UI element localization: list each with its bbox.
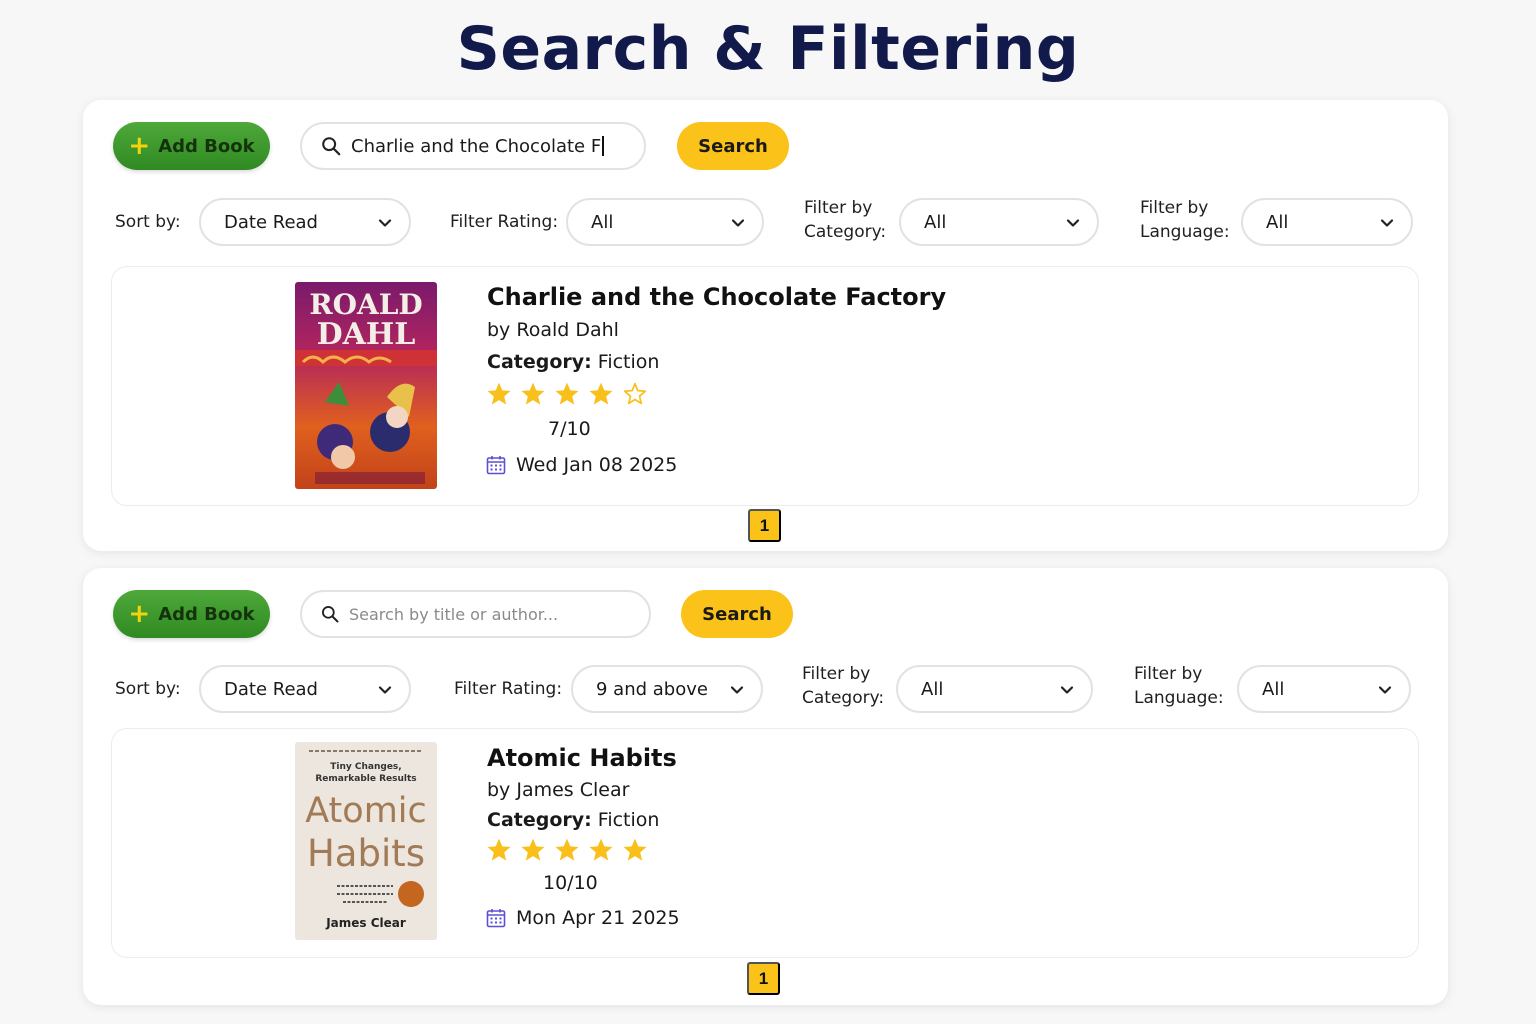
rating-select-value: All [591, 211, 614, 233]
book-category: Category: Fiction [487, 809, 660, 831]
language-label: Filter by Language: [1134, 664, 1224, 708]
chevron-down-icon [729, 682, 745, 698]
search-button[interactable]: Search [681, 590, 793, 638]
language-select-value: All [1266, 211, 1289, 233]
star-empty-icon [622, 381, 648, 407]
search-input-placeholder: Search by title or author... [349, 604, 559, 624]
book-author: by Roald Dahl [487, 319, 619, 341]
book-category: Category: Fiction [487, 351, 660, 373]
book-author: by James Clear [487, 779, 630, 801]
sort-label: Sort by: [115, 212, 181, 232]
chevron-down-icon [377, 682, 393, 698]
star-filled-icon [554, 837, 580, 863]
cover-title-line-2: DAHL [317, 317, 416, 352]
book-title: Atomic Habits [487, 744, 677, 772]
calendar-icon [486, 908, 506, 928]
language-select[interactable]: All [1237, 665, 1411, 713]
category-select-value: All [924, 211, 947, 233]
sort-select-value: Date Read [224, 211, 318, 233]
plus-icon: + [128, 599, 151, 629]
plus-icon: + [128, 131, 151, 161]
search-panel-2: + Add Book Search by title or author... … [83, 568, 1448, 1005]
search-input-value: Charlie and the Chocolate F [351, 135, 602, 157]
search-icon [320, 604, 340, 624]
category-label: Filter by Category: [802, 664, 885, 708]
date-read: Wed Jan 08 2025 [486, 454, 677, 476]
language-select-value: All [1262, 678, 1285, 700]
sort-label: Sort by: [115, 679, 181, 699]
language-label: Filter by Language: [1140, 198, 1230, 242]
chevron-down-icon [1059, 682, 1075, 698]
book-card[interactable]: Tiny Changes, Remarkable Results Atomic … [111, 728, 1419, 958]
book-card[interactable]: ROALD DAHL Charlie and the Chocolate Fac… [111, 266, 1419, 506]
date-read-value: Mon Apr 21 2025 [516, 907, 680, 929]
chevron-down-icon [1377, 682, 1393, 698]
sort-select[interactable]: Date Read [199, 198, 411, 246]
star-filled-icon [486, 837, 512, 863]
add-book-label: Add Book [158, 135, 255, 157]
search-input[interactable]: Search by title or author... [300, 590, 651, 638]
search-input[interactable]: Charlie and the Chocolate F [300, 122, 646, 170]
rating-select[interactable]: 9 and above [571, 665, 763, 713]
search-icon [320, 135, 342, 157]
rating-label: Filter Rating: [454, 679, 563, 699]
star-filled-icon [520, 381, 546, 407]
page-title: Search & Filtering [456, 14, 1080, 84]
cover-tagline-1: Tiny Changes, [330, 762, 401, 772]
search-button[interactable]: Search [677, 122, 789, 170]
book-cover-atomic-habits: Tiny Changes, Remarkable Results Atomic … [295, 742, 437, 940]
add-book-button[interactable]: + Add Book [113, 122, 270, 170]
rating-select[interactable]: All [566, 198, 764, 246]
chevron-down-icon [730, 215, 746, 231]
date-read: Mon Apr 21 2025 [486, 907, 680, 929]
chevron-down-icon [1379, 215, 1395, 231]
page-button-1[interactable]: 1 [747, 962, 780, 995]
calendar-icon [486, 455, 506, 475]
rating-select-value: 9 and above [596, 678, 708, 700]
star-filled-icon [588, 381, 614, 407]
category-select[interactable]: All [896, 665, 1093, 713]
star-filled-icon [622, 837, 648, 863]
category-label: Filter by Category: [804, 198, 887, 242]
book-title: Charlie and the Chocolate Factory [487, 283, 947, 311]
star-filled-icon [588, 837, 614, 863]
cover-tagline-2: Remarkable Results [315, 774, 416, 784]
add-book-button[interactable]: + Add Book [113, 590, 270, 638]
sort-select-value: Date Read [224, 678, 318, 700]
language-select[interactable]: All [1241, 198, 1413, 246]
date-read-value: Wed Jan 08 2025 [516, 454, 678, 476]
rating-score: 10/10 [543, 872, 598, 894]
star-filled-icon [486, 381, 512, 407]
page-button-1[interactable]: 1 [748, 509, 781, 542]
chevron-down-icon [1065, 215, 1081, 231]
star-rating [486, 381, 648, 407]
search-panel-1: + Add Book Charlie and the Chocolate F S… [83, 100, 1448, 551]
add-book-label: Add Book [158, 603, 255, 625]
star-filled-icon [520, 837, 546, 863]
star-rating [486, 837, 648, 863]
category-select-value: All [921, 678, 944, 700]
book-cover-charlie: ROALD DAHL [295, 282, 437, 489]
chevron-down-icon [377, 215, 393, 231]
rating-label: Filter Rating: [450, 212, 559, 232]
rating-score: 7/10 [548, 418, 591, 440]
cover-title-line-2: Habits [307, 832, 425, 875]
cover-title-line-1: Atomic [305, 791, 427, 831]
sort-select[interactable]: Date Read [199, 665, 411, 713]
cover-author: James Clear [325, 916, 406, 930]
star-filled-icon [554, 381, 580, 407]
text-cursor [602, 136, 604, 156]
category-select[interactable]: All [899, 198, 1099, 246]
